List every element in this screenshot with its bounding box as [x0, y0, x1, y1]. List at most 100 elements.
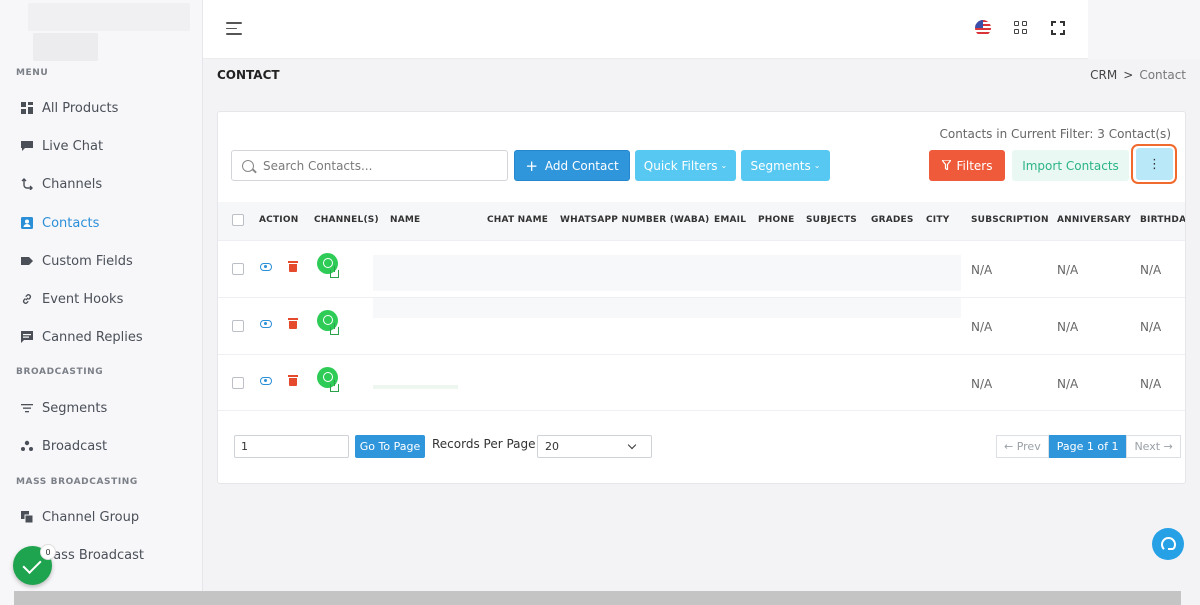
- add-contact-button[interactable]: + Add Contact: [514, 150, 630, 181]
- records-per-page-value: 20: [545, 440, 559, 453]
- subscription-cell: N/A: [971, 263, 993, 277]
- section-mass-broadcasting: MASS BROADCASTING: [16, 477, 138, 487]
- col-subscription[interactable]: SUBSCRIPTION: [971, 215, 1049, 225]
- delete-icon[interactable]: [288, 318, 298, 329]
- delete-icon[interactable]: [288, 375, 298, 386]
- col-phone[interactable]: PHONE: [758, 215, 794, 225]
- import-contacts-button[interactable]: Import Contacts: [1012, 150, 1129, 181]
- plus-icon: +: [525, 156, 538, 175]
- sidebar: MENU All Products Live Chat Channels Con…: [0, 0, 203, 605]
- sidebar-item-all-products[interactable]: All Products: [20, 97, 195, 119]
- menu-toggle-icon[interactable]: [226, 22, 244, 36]
- col-chat-name[interactable]: CHAT NAME: [487, 215, 548, 225]
- filter-icon: [20, 402, 33, 415]
- row-checkbox[interactable]: [232, 377, 244, 389]
- tag-icon: [20, 255, 33, 268]
- broadcast-icon: [20, 440, 33, 453]
- sidebar-item-label: Segments: [42, 400, 108, 416]
- user-profile[interactable]: [1088, 0, 1200, 59]
- col-grades[interactable]: GRADES: [871, 215, 914, 225]
- download-icon[interactable]: [330, 380, 339, 392]
- search-input[interactable]: [263, 158, 493, 173]
- fullscreen-icon[interactable]: [1051, 21, 1065, 35]
- table-row: N/A N/A N/A: [218, 240, 1185, 297]
- sidebar-item-label: Channel Group: [42, 509, 140, 525]
- birthday-cell: N/A: [1140, 263, 1162, 277]
- table-row: N/A N/A N/A: [218, 354, 1185, 411]
- quick-filters-label: Quick Filters: [643, 158, 718, 173]
- view-icon[interactable]: [260, 320, 272, 328]
- notification-badge: 0: [40, 544, 56, 560]
- sidebar-item-label: Custom Fields: [42, 253, 133, 269]
- sidebar-item-broadcast[interactable]: Broadcast: [20, 435, 195, 457]
- sidebar-item-live-chat[interactable]: Live Chat: [20, 135, 195, 157]
- birthday-cell: N/A: [1140, 320, 1162, 334]
- go-to-page-button[interactable]: Go To Page: [355, 435, 425, 458]
- horizontal-scrollbar[interactable]: [14, 591, 1181, 605]
- col-whatsapp-number[interactable]: WHATSAPP NUMBER (WABA): [560, 215, 709, 225]
- section-broadcasting: BROADCASTING: [16, 367, 104, 377]
- sidebar-item-channels[interactable]: Channels: [20, 173, 195, 195]
- logo-sub: [33, 33, 98, 61]
- section-menu: MENU: [16, 68, 49, 78]
- contacts-count: Contacts in Current Filter: 3 Contact(s): [939, 127, 1171, 141]
- grid-icon: [20, 102, 33, 115]
- contacts-card: Contacts in Current Filter: 3 Contact(s)…: [217, 111, 1186, 484]
- table-row: N/A N/A N/A: [218, 297, 1185, 354]
- more-options-button[interactable]: ⋮: [1136, 148, 1173, 180]
- sidebar-item-label: Contacts: [42, 215, 100, 231]
- sidebar-item-label: Broadcast: [42, 438, 108, 454]
- filters-button[interactable]: Filters: [929, 150, 1005, 181]
- next-page-button[interactable]: Next →: [1126, 435, 1181, 458]
- sidebar-item-event-hooks[interactable]: Event Hooks: [20, 288, 195, 310]
- view-icon[interactable]: [260, 377, 272, 385]
- chat-icon: [20, 140, 33, 153]
- col-name[interactable]: NAME: [390, 215, 420, 225]
- select-all-checkbox[interactable]: [232, 214, 244, 226]
- subscription-cell: N/A: [971, 320, 993, 334]
- filters-label: Filters: [956, 158, 993, 173]
- records-per-page-select[interactable]: 20: [537, 435, 652, 458]
- kebab-icon: ⋮: [1148, 156, 1161, 172]
- channels-icon: [20, 178, 33, 191]
- col-subjects[interactable]: SUBJECTS: [806, 215, 857, 225]
- col-channels: CHANNEL(S): [314, 215, 379, 225]
- download-icon[interactable]: [330, 323, 339, 335]
- search-box: [231, 150, 508, 181]
- col-city[interactable]: CITY: [926, 215, 949, 225]
- breadcrumb-crm[interactable]: CRM: [1090, 68, 1117, 82]
- col-email[interactable]: EMAIL: [714, 215, 746, 225]
- sidebar-item-segments[interactable]: Segments: [20, 397, 195, 419]
- us-flag-icon[interactable]: [975, 20, 991, 36]
- delete-icon[interactable]: [288, 261, 298, 272]
- page-title: CONTACT: [217, 68, 280, 82]
- chevron-down-icon: [627, 440, 637, 450]
- sidebar-item-label: Live Chat: [42, 138, 104, 154]
- sidebar-item-contacts[interactable]: Contacts: [20, 212, 195, 234]
- redacted-contact-details: [373, 255, 961, 291]
- redacted-contact-details: [373, 298, 961, 318]
- page-number-input[interactable]: [234, 435, 349, 458]
- anniversary-cell: N/A: [1057, 377, 1079, 391]
- support-headset-icon[interactable]: [1152, 528, 1184, 560]
- sidebar-item-label: Event Hooks: [42, 291, 124, 307]
- col-anniversary[interactable]: ANNIVERSARY: [1057, 215, 1131, 225]
- sidebar-item-canned-replies[interactable]: Canned Replies: [20, 326, 195, 348]
- prev-page-button[interactable]: ← Prev: [996, 435, 1049, 458]
- chevron-down-icon: ⌄: [720, 161, 728, 170]
- quick-filters-button[interactable]: Quick Filters ⌄: [635, 150, 736, 181]
- row-checkbox[interactable]: [232, 320, 244, 332]
- birthday-cell: N/A: [1140, 377, 1162, 391]
- download-icon[interactable]: [330, 266, 339, 278]
- sidebar-item-channel-group[interactable]: Channel Group: [20, 506, 195, 528]
- sidebar-item-custom-fields[interactable]: Custom Fields: [20, 250, 195, 272]
- pagination-controls: ← Prev Page 1 of 1 Next →: [996, 435, 1181, 458]
- segments-button[interactable]: Segments ⌄: [741, 150, 830, 181]
- sidebar-item-label: Canned Replies: [42, 329, 143, 345]
- view-icon[interactable]: [260, 263, 272, 271]
- apps-grid-icon[interactable]: [1014, 21, 1028, 35]
- sidebar-item-label: Channels: [42, 176, 103, 192]
- records-per-page-label: Records Per Page: [432, 437, 536, 451]
- row-checkbox[interactable]: [232, 263, 244, 275]
- col-birthday[interactable]: BIRTHDAY: [1140, 215, 1185, 225]
